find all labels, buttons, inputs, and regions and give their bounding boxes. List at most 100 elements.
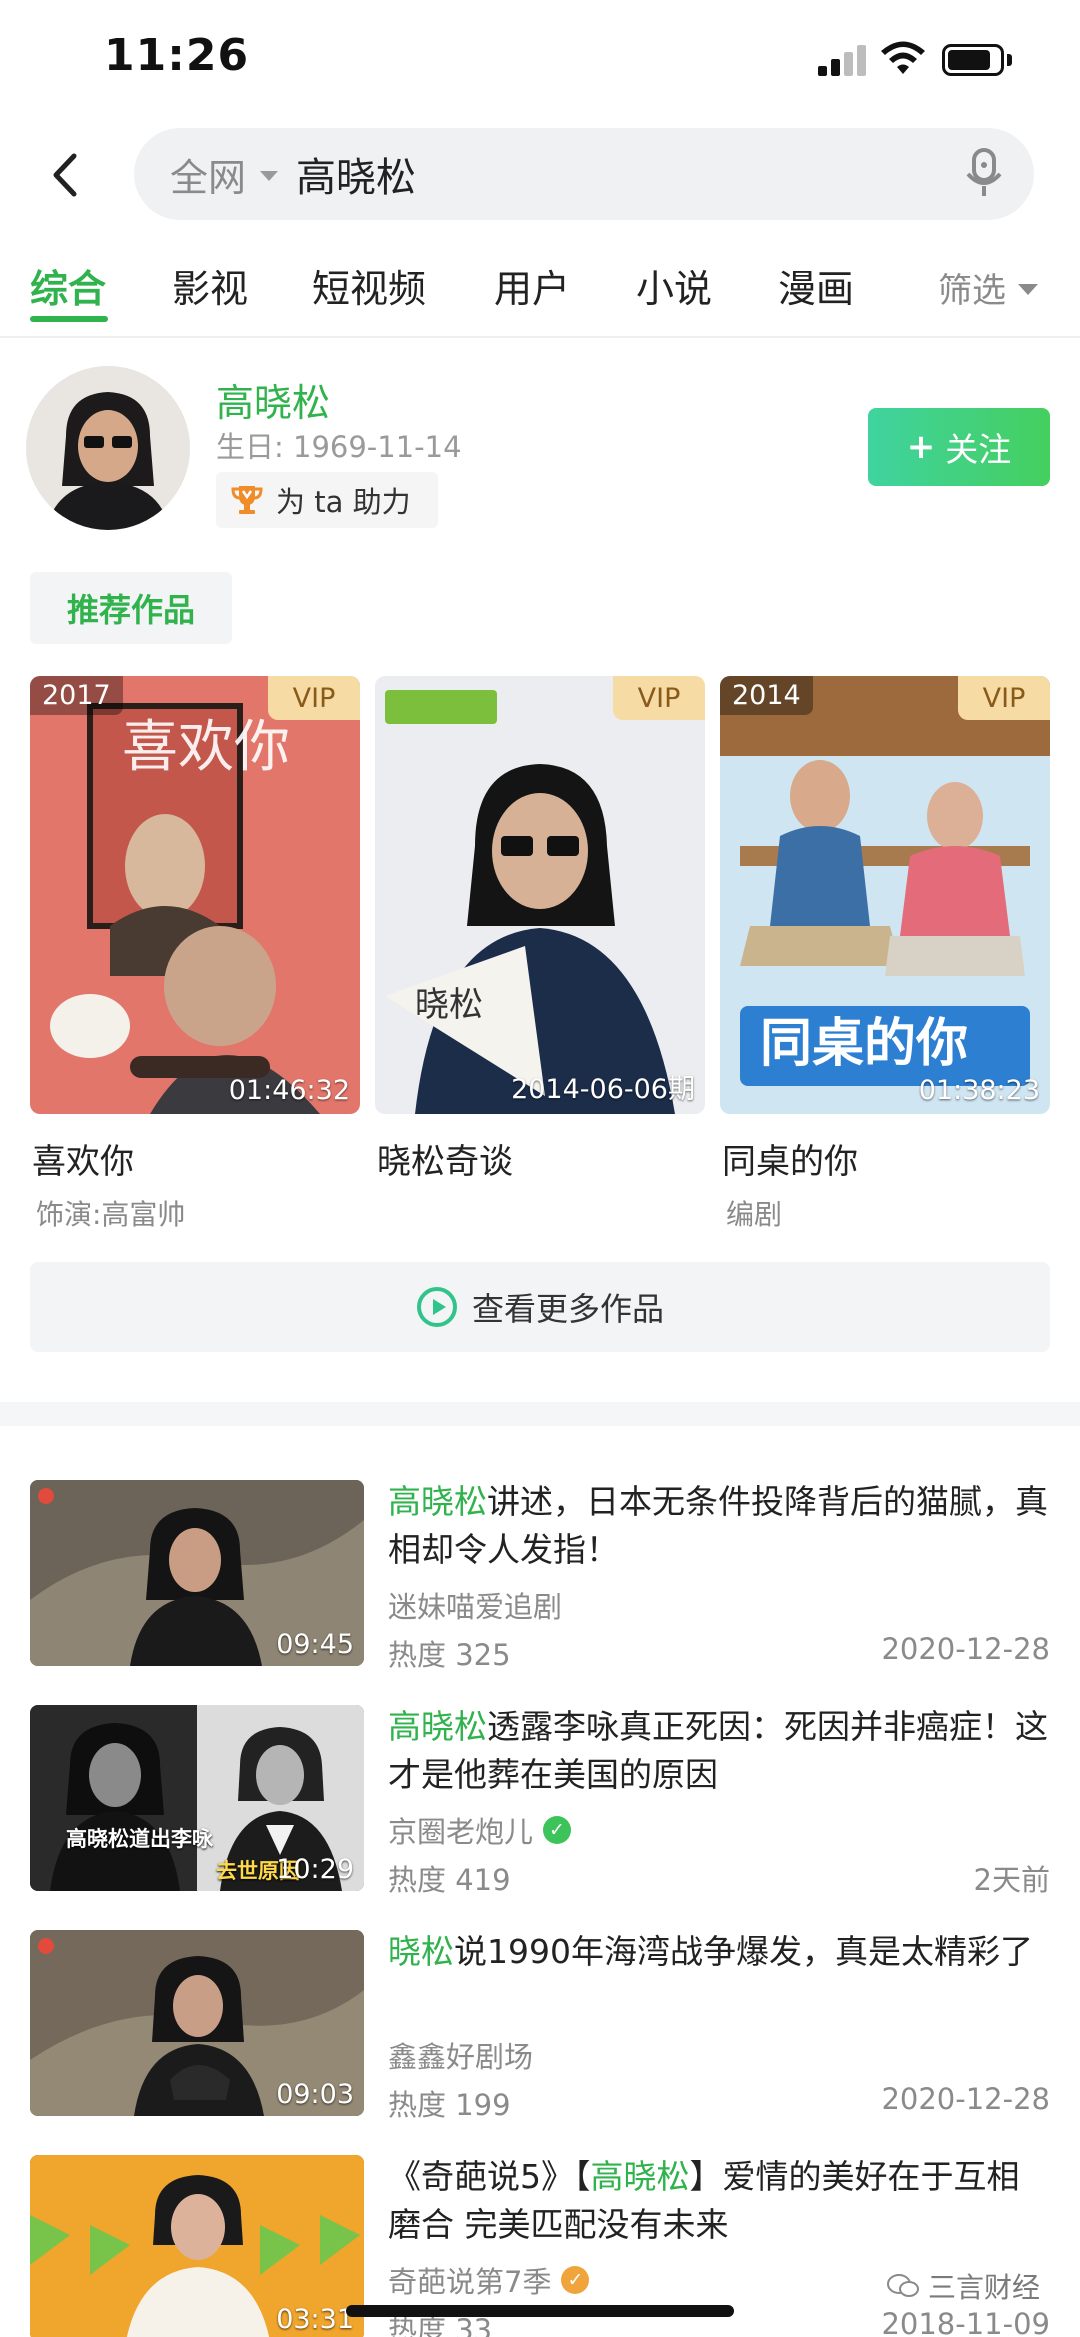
work-card[interactable]: 晓松 VIP 2014-06-06期 晓松奇谈: [375, 676, 705, 1193]
caret-down-icon: [260, 171, 279, 181]
video-duration: 10:29: [276, 1854, 354, 1885]
highlight-keyword: 高晓松: [388, 1482, 487, 1521]
highlight-keyword: 高晓松: [388, 1707, 487, 1746]
video-heat: 热度 419: [388, 1863, 511, 1897]
video-thumbnail[interactable]: 09:45: [30, 1480, 364, 1666]
trophy-icon: [231, 486, 263, 514]
avatar[interactable]: [26, 366, 190, 530]
caret-down-icon: [1018, 284, 1038, 295]
tab-novels[interactable]: 小说: [636, 258, 712, 313]
duration: 01:46:32: [228, 1075, 350, 1106]
support-button[interactable]: 为 ta 助力: [216, 472, 438, 528]
verified-icon: ✓: [561, 2266, 590, 2294]
tab-users[interactable]: 用户: [494, 258, 570, 313]
cellular-signal-icon: [818, 44, 868, 76]
watermark-text: 三言财经: [928, 2271, 1041, 2304]
video-title-text: 透露李咏真正死因：死因并非癌症！这才是他葬在美国的原因: [388, 1707, 1048, 1794]
video-date: 2020-12-28: [881, 2082, 1050, 2116]
battery-cap: [1007, 54, 1012, 66]
filter-label: 筛选: [938, 271, 1006, 311]
svg-text:晓松: 晓松: [415, 985, 483, 1025]
svg-text:喜欢你: 喜欢你: [122, 715, 290, 780]
follow-button[interactable]: + 关注: [868, 408, 1050, 486]
home-indicator[interactable]: [346, 2305, 734, 2317]
video-thumbnail[interactable]: 高晓松道出李咏 去世原因 10:29: [30, 1705, 364, 1891]
plus-icon: +: [906, 427, 936, 467]
view-more-works-button[interactable]: 查看更多作品: [30, 1262, 1050, 1352]
battery-icon: [942, 44, 1004, 76]
author-name: 奇葩说第7季: [388, 2265, 552, 2299]
follow-label: 关注: [945, 430, 1012, 469]
active-tab-indicator: [30, 316, 108, 322]
chevron-left-icon: [53, 153, 77, 197]
person-name[interactable]: 高晓松: [216, 372, 330, 427]
tab-film-tv[interactable]: 影视: [172, 258, 248, 313]
author-name: 鑫鑫好剧场: [388, 2040, 534, 2074]
video-title[interactable]: 高晓松讲述，日本无条件投降背后的猫腻，真相却令人发指！: [388, 1478, 1050, 1574]
work-title[interactable]: 晓松奇谈: [375, 1134, 705, 1183]
video-date: 2018-11-09: [881, 2307, 1050, 2337]
video-duration: 09:03: [276, 2079, 354, 2110]
filter-button[interactable]: 筛选: [938, 263, 1038, 312]
video-title-text: 讲述，日本无条件投降背后的猫腻，真相却令人发指！: [388, 1482, 1048, 1569]
video-duration: 09:45: [276, 1629, 354, 1660]
view-more-works-label: 查看更多作品: [471, 1290, 664, 1328]
search-query[interactable]: 高晓松: [296, 145, 416, 203]
video-title[interactable]: 《奇葩说5》【高晓松】爱情的美好在于互相磨合 完美匹配没有未来: [388, 2153, 1050, 2249]
work-title[interactable]: 同桌的你: [720, 1134, 1050, 1183]
voice-search-icon[interactable]: [964, 148, 1004, 200]
status-time: 11:26: [104, 30, 250, 81]
author-name: 迷妹喵爱追剧: [388, 1590, 563, 1624]
work-role: 饰演:高富帅: [36, 1198, 186, 1231]
wifi-icon: [881, 41, 925, 74]
list-item[interactable]: 09:03 晓松说1990年海湾战争爆发，真是太精彩了 鑫鑫好剧场 热度 199…: [30, 1928, 1050, 2122]
section-divider: [0, 1402, 1080, 1426]
play-circle-icon: [416, 1287, 457, 1327]
year-tag: 2017: [30, 676, 123, 715]
video-date: 2020-12-28: [881, 1632, 1050, 1666]
work-poster[interactable]: 晓松 VIP 2014-06-06期: [375, 676, 705, 1114]
recommended-works-label: 推荐作品: [30, 572, 232, 644]
work-card[interactable]: 喜欢你 2017 VIP 01:46:32 喜欢你 饰演:高富帅: [30, 676, 360, 1233]
search-input[interactable]: 全网 高晓松: [134, 128, 1034, 220]
work-title[interactable]: 喜欢你: [30, 1134, 360, 1183]
episode-date: 2014-06-06期: [511, 1074, 695, 1105]
svg-text:同桌的你: 同桌的你: [760, 1014, 968, 1074]
video-title[interactable]: 高晓松透露李咏真正死因：死因并非癌症！这才是他葬在美国的原因: [388, 1703, 1050, 1799]
video-heat: 热度 325: [388, 1638, 511, 1672]
video-thumbnail[interactable]: 09:03: [30, 1930, 364, 2116]
vip-badge: VIP: [613, 676, 705, 720]
video-author[interactable]: 迷妹喵爱追剧: [388, 1584, 562, 1626]
work-poster[interactable]: 同桌的你 2014 VIP 01:38:23: [720, 676, 1050, 1114]
video-thumbnail[interactable]: 03:31: [30, 2155, 364, 2337]
tab-comprehensive[interactable]: 综合: [30, 258, 106, 313]
video-title[interactable]: 晓松说1990年海湾战争爆发，真是太精彩了: [388, 1928, 1050, 1976]
highlight-keyword: 高晓松: [590, 2157, 690, 2196]
work-poster[interactable]: 喜欢你 2017 VIP 01:46:32: [30, 676, 360, 1114]
work-card[interactable]: 同桌的你 2014 VIP 01:38:23 同桌的你 编剧: [720, 676, 1050, 1233]
video-date: 2天前: [973, 1863, 1050, 1897]
list-item[interactable]: 09:45 高晓松讲述，日本无条件投降背后的猫腻，真相却令人发指！ 迷妹喵爱追剧…: [30, 1478, 1050, 1672]
search-scope-label[interactable]: 全网: [170, 147, 246, 202]
video-heat: 热度 199: [388, 2088, 511, 2122]
tab-short-video[interactable]: 短视频: [312, 258, 426, 313]
back-button[interactable]: [40, 145, 90, 205]
tab-comics[interactable]: 漫画: [778, 258, 854, 313]
year-tag: 2014: [720, 676, 813, 715]
support-label: 为 ta 助力: [276, 485, 411, 519]
video-duration: 03:31: [276, 2304, 354, 2335]
duration: 01:38:23: [918, 1075, 1040, 1106]
watermark: 三言财经: [886, 2266, 1040, 2306]
vip-badge: VIP: [268, 676, 360, 720]
video-title-prefix: 《奇葩说5》【: [388, 2157, 591, 2196]
video-author[interactable]: 京圈老炮儿 ✓: [388, 1809, 572, 1851]
list-item[interactable]: 高晓松道出李咏 去世原因 10:29 高晓松透露李咏真正死因：死因并非癌症！这才…: [30, 1703, 1050, 1897]
work-role: 编剧: [726, 1198, 783, 1231]
thumbnail-caption: 高晓松道出李咏: [66, 1827, 213, 1851]
video-author[interactable]: 鑫鑫好剧场: [388, 2034, 533, 2076]
verified-icon: ✓: [543, 1816, 572, 1844]
category-tabs: 综合 影视 短视频 用户 小说 漫画: [0, 250, 1080, 330]
person-birthday: 生日: 1969-11-14: [216, 430, 462, 464]
highlight-keyword: 晓松: [388, 1932, 454, 1971]
video-author[interactable]: 奇葩说第7季 ✓: [388, 2259, 590, 2301]
